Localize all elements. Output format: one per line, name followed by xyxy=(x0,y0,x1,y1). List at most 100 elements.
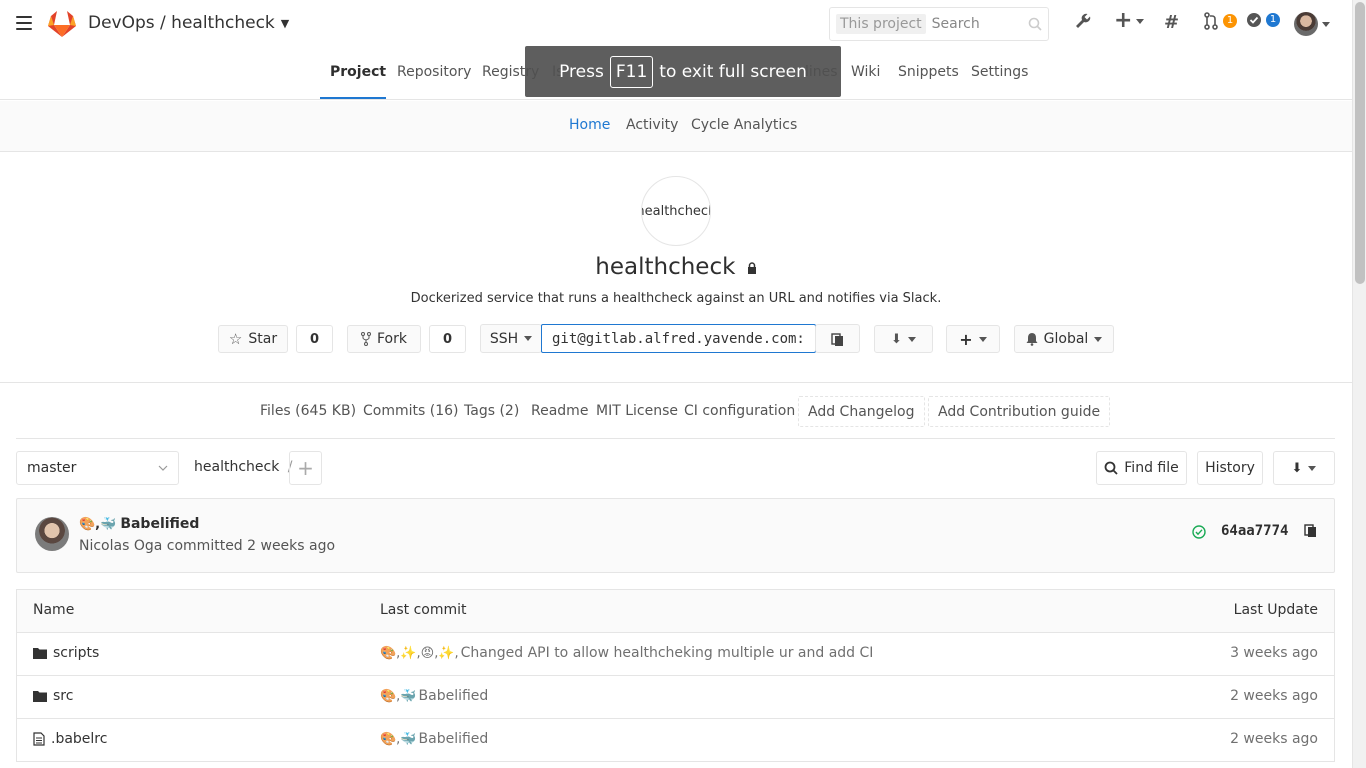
license-link[interactable]: MIT License xyxy=(596,403,678,419)
fullscreen-notice-prefix: Press xyxy=(559,61,604,82)
commit-meta: Nicolas Oga committed 2 weeks ago xyxy=(79,538,335,554)
download-dropdown[interactable]: ⬇ xyxy=(874,325,933,353)
branch-dropdown[interactable]: master xyxy=(16,451,179,485)
clone-protocol-dropdown[interactable]: SSH xyxy=(480,324,542,353)
commit-message[interactable]: Changed API to allow healthcheking multi… xyxy=(461,645,874,661)
subnav-cycle-analytics[interactable]: Cycle Analytics xyxy=(691,117,797,133)
clipboard-icon[interactable] xyxy=(1304,523,1317,537)
subnav-home[interactable]: Home xyxy=(569,117,610,133)
tab-snippets[interactable]: Snippets xyxy=(898,64,959,80)
fork-icon xyxy=(361,332,371,346)
commit-message[interactable]: Babelified xyxy=(419,688,489,704)
folder-icon xyxy=(33,691,47,702)
caret-down-icon xyxy=(1322,21,1330,27)
ci-config-link[interactable]: CI configuration xyxy=(684,403,795,419)
clone-protocol: SSH xyxy=(489,330,519,347)
copy-url-button[interactable] xyxy=(815,324,860,353)
star-button[interactable]: ☆ Star xyxy=(218,325,288,353)
readme-link[interactable]: Readme xyxy=(531,403,588,419)
fork-count[interactable]: 0 xyxy=(429,325,466,353)
wrench-icon[interactable] xyxy=(1074,12,1092,30)
commit-message[interactable]: Babelified xyxy=(419,731,489,747)
history-button[interactable]: History xyxy=(1197,451,1263,485)
commit-message[interactable]: Babelified xyxy=(120,516,199,532)
plus-icon: + xyxy=(297,456,314,480)
project-avatar: healthcheck xyxy=(641,176,711,246)
table-row[interactable]: src 🎨,🐳 Babelified 2 weeks ago xyxy=(17,676,1334,719)
add-to-tree-button[interactable]: + xyxy=(289,451,322,485)
commit-cell: 🎨,🐳 Babelified xyxy=(380,731,488,747)
column-header-name: Name xyxy=(33,602,75,618)
avatar[interactable] xyxy=(35,517,69,551)
caret-down-icon xyxy=(524,336,533,341)
active-tab-indicator xyxy=(320,97,386,99)
download-dropdown[interactable]: ⬇ xyxy=(1273,451,1335,485)
project-path: DevOps / healthcheck xyxy=(88,13,275,33)
table-row[interactable]: .babelrc 🎨,🐳 Babelified 2 weeks ago xyxy=(17,719,1334,762)
commit-cell: 🎨,✨,😡,✨, Changed API to allow healthchek… xyxy=(380,645,873,661)
lock-icon xyxy=(747,262,756,274)
project-description: Dockerized service that runs a healthche… xyxy=(410,291,942,306)
tab-project[interactable]: Project xyxy=(330,64,386,80)
file-name-cell[interactable]: src xyxy=(33,688,73,704)
commit-emoji: 🎨,✨,😡,✨, xyxy=(380,645,459,661)
commit-author[interactable]: Nicolas Oga xyxy=(79,538,162,554)
file-name-cell[interactable]: .babelrc xyxy=(33,731,107,747)
file-name[interactable]: src xyxy=(53,688,73,704)
find-file-button[interactable]: Find file xyxy=(1096,451,1187,485)
add-dropdown[interactable]: + xyxy=(946,325,1000,353)
gitlab-logo[interactable] xyxy=(47,10,77,38)
caret-down-icon xyxy=(907,336,916,342)
todos-link[interactable]: 1 xyxy=(1246,12,1280,28)
subnav-activity[interactable]: Activity xyxy=(626,117,678,133)
folder-icon xyxy=(33,648,47,659)
sub-nav: Home Activity Cycle Analytics xyxy=(0,101,1352,152)
tags-stat[interactable]: Tags (2) xyxy=(464,403,519,419)
file-name[interactable]: .babelrc xyxy=(51,731,107,747)
fullscreen-key: F11 xyxy=(609,55,654,88)
user-menu[interactable] xyxy=(1294,12,1330,36)
table-row[interactable]: scripts 🎨,✨,😡,✨, Changed API to allow he… xyxy=(17,633,1334,676)
commit-sha[interactable]: 64aa7774 xyxy=(1221,523,1288,539)
tab-wiki[interactable]: Wiki xyxy=(851,64,880,80)
breadcrumb: healthcheck / xyxy=(194,459,292,475)
file-tree-table: Name Last commit Last Update scripts 🎨,✨… xyxy=(16,589,1335,762)
commit-title[interactable]: 🎨,🐳 Babelified xyxy=(79,516,199,532)
search-input[interactable]: Search xyxy=(932,16,1028,32)
scrollbar-thumb[interactable] xyxy=(1355,2,1365,284)
star-icon: ☆ xyxy=(228,330,243,348)
breadcrumb-root[interactable]: healthcheck xyxy=(194,459,279,475)
top-header: DevOps / healthcheck ▼ This project Sear… xyxy=(0,0,1352,48)
pipeline-passed-icon[interactable] xyxy=(1192,525,1206,539)
add-contribution-guide-button[interactable]: Add Contribution guide xyxy=(928,396,1111,427)
todo-icon xyxy=(1247,13,1261,27)
page-scrollbar[interactable] xyxy=(1352,0,1366,768)
add-changelog-button[interactable]: Add Changelog xyxy=(798,396,925,427)
merge-requests-link[interactable]: 1 xyxy=(1203,12,1237,30)
plus-icon: + xyxy=(959,329,973,349)
commit-time: committed 2 weeks ago xyxy=(166,538,336,554)
new-dropdown[interactable]: + xyxy=(1114,10,1145,32)
file-name-cell[interactable]: scripts xyxy=(33,645,99,661)
tab-settings[interactable]: Settings xyxy=(971,64,1028,80)
download-icon: ⬇ xyxy=(1291,460,1303,476)
file-name[interactable]: scripts xyxy=(53,645,99,661)
caret-down-icon xyxy=(1136,18,1145,24)
search-scope-badge: This project xyxy=(836,14,926,34)
files-stat[interactable]: Files (645 KB) xyxy=(260,403,356,419)
tab-repository[interactable]: Repository xyxy=(397,64,471,80)
hamburger-icon[interactable] xyxy=(16,16,32,30)
merge-request-icon xyxy=(1204,12,1218,30)
hash-icon[interactable]: # xyxy=(1164,12,1179,33)
last-commit-panel: 🎨,🐳 Babelified Nicolas Oga committed 2 w… xyxy=(16,498,1335,573)
clone-url-input[interactable]: git@gitlab.alfred.yavende.com: xyxy=(541,324,816,353)
commits-stat[interactable]: Commits (16) xyxy=(363,403,458,419)
chevron-down-icon xyxy=(158,465,168,471)
chevron-down-icon: ▼ xyxy=(280,16,290,30)
search-field[interactable]: This project Search xyxy=(829,7,1049,41)
project-path-dropdown[interactable]: DevOps / healthcheck ▼ xyxy=(88,13,289,33)
star-count[interactable]: 0 xyxy=(296,325,333,353)
notification-dropdown[interactable]: Global xyxy=(1014,325,1114,353)
fork-button[interactable]: Fork xyxy=(347,325,421,353)
branch-name: master xyxy=(27,460,77,476)
